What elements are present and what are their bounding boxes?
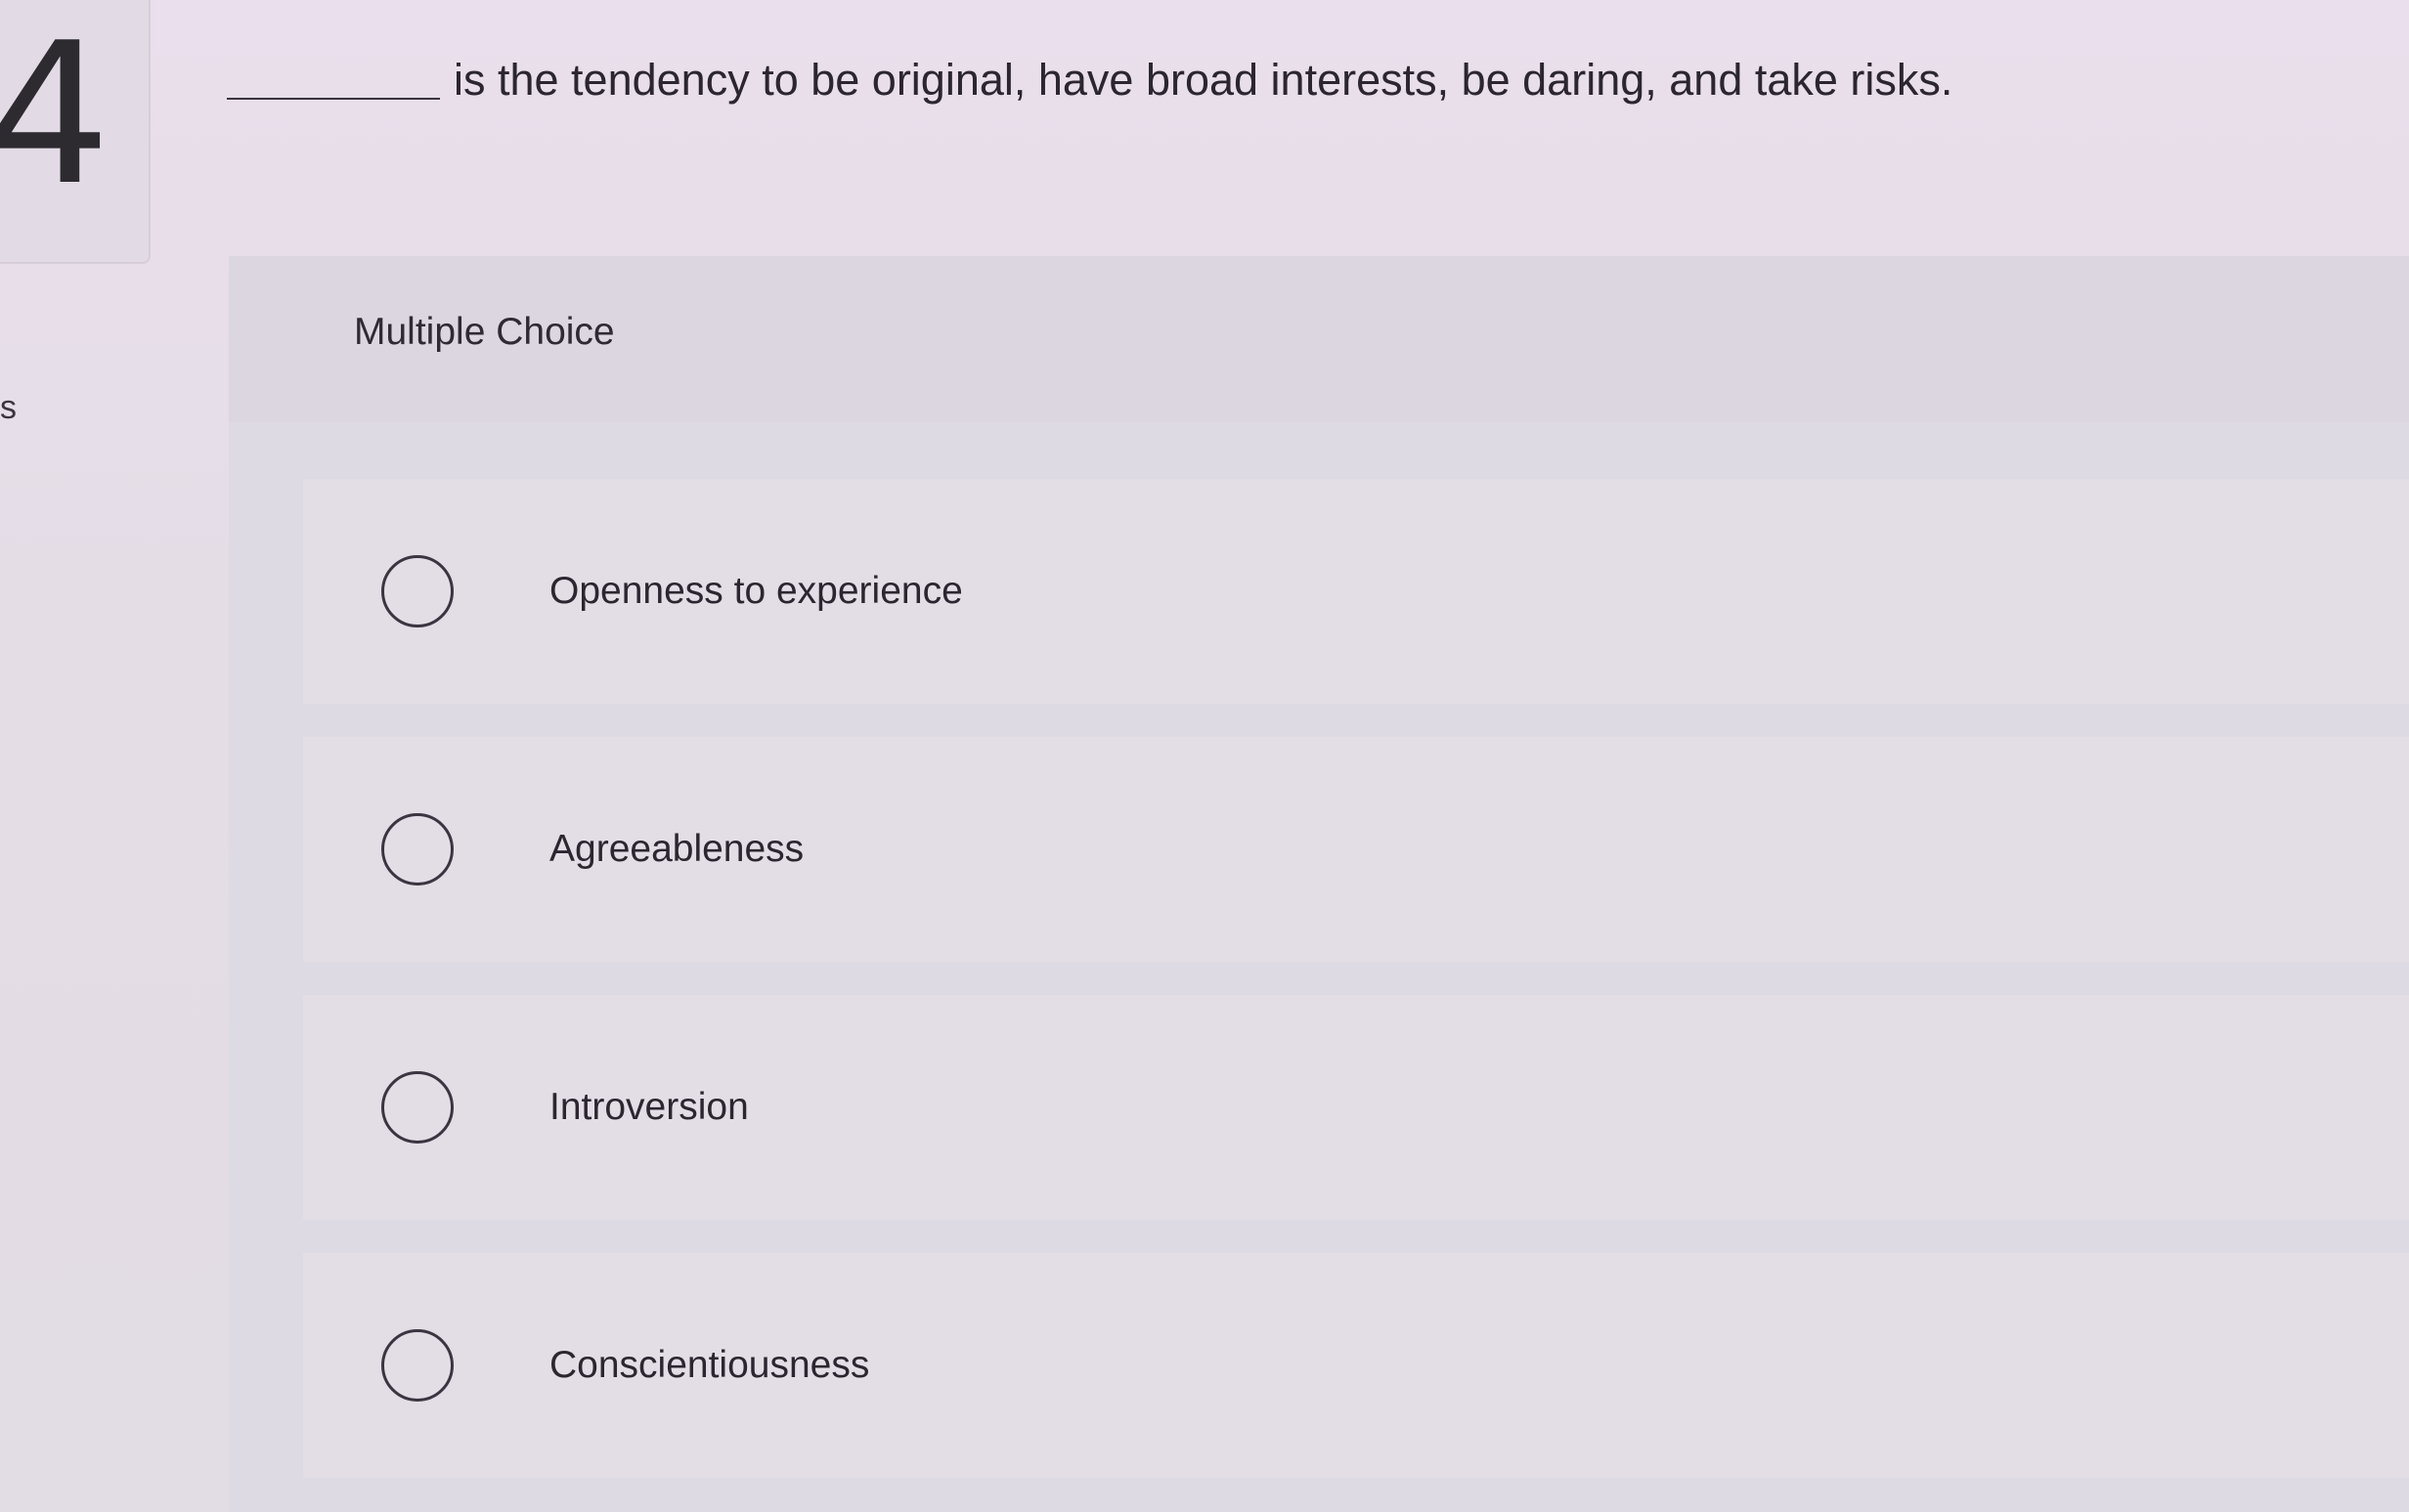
question-number-panel: 4 <box>0 0 151 264</box>
side-nav-letter: s <box>0 389 17 426</box>
radio-button[interactable] <box>381 1329 454 1402</box>
choice-label: Openness to experience <box>549 570 963 612</box>
radio-button[interactable] <box>381 813 454 886</box>
quiz-page: 4 s is the tendency to be original, have… <box>0 0 2409 1512</box>
choice-introversion[interactable]: Introversion <box>303 995 2409 1220</box>
question-text: is the tendency to be original, have bro… <box>454 55 1953 105</box>
choice-label: Conscientiousness <box>549 1344 870 1386</box>
choice-label: Agreeableness <box>549 828 805 870</box>
radio-button[interactable] <box>381 555 454 627</box>
question-prompt: is the tendency to be original, have bro… <box>227 51 1952 109</box>
choice-conscientiousness[interactable]: Conscientiousness <box>303 1253 2409 1478</box>
answer-type-label: Multiple Choice <box>354 311 615 353</box>
radio-button[interactable] <box>381 1071 454 1144</box>
choice-openness[interactable]: Openness to experience <box>303 479 2409 704</box>
choice-agreeableness[interactable]: Agreeableness <box>303 737 2409 962</box>
choice-label: Introversion <box>549 1086 749 1128</box>
question-number: 4 <box>0 1 111 229</box>
fill-in-blank-line <box>227 98 440 100</box>
